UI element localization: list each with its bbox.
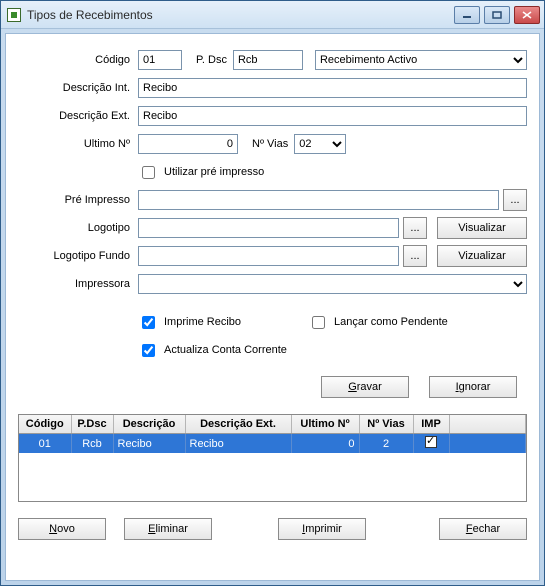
status-select[interactable]: Recebimento Activo — [315, 50, 527, 70]
imprime-recibo-checkbox[interactable]: Imprime Recibo — [138, 313, 308, 332]
logotipo-input[interactable] — [138, 218, 399, 238]
records-grid[interactable]: Código P.Dsc Descrição Descrição Ext. Ul… — [18, 414, 527, 502]
impressora-select[interactable] — [138, 274, 527, 294]
label-pdsc: P. Dsc — [182, 54, 233, 66]
col-n-vias[interactable]: Nº Vias — [359, 415, 413, 434]
lancar-pendente-label: Lançar como Pendente — [334, 316, 448, 328]
logotipo-fundo-browse-button[interactable]: ... — [403, 245, 427, 267]
lancar-pendente-checkbox[interactable]: Lançar como Pendente — [308, 313, 448, 332]
app-icon — [7, 8, 21, 22]
imp-check-icon — [425, 436, 437, 448]
pdsc-input[interactable] — [233, 50, 303, 70]
gravar-button[interactable]: Gravar — [321, 376, 409, 398]
minimize-icon — [462, 11, 472, 19]
close-button[interactable] — [514, 6, 540, 24]
imprime-recibo-label: Imprime Recibo — [164, 316, 241, 328]
logotipo-browse-button[interactable]: ... — [403, 217, 427, 239]
col-imp[interactable]: IMP — [413, 415, 449, 434]
titlebar: Tipos de Recebimentos — [1, 1, 544, 29]
actualiza-cc-checkbox[interactable]: Actualiza Conta Corrente — [138, 341, 287, 360]
pre-impresso-browse-button[interactable]: ... — [503, 189, 527, 211]
window-title: Tipos de Recebimentos — [27, 8, 454, 22]
fechar-button[interactable]: Fechar — [439, 518, 527, 540]
desc-int-input[interactable] — [138, 78, 527, 98]
visualizar-fundo-button[interactable]: Vizualizar — [437, 245, 527, 267]
ultimo-no-input[interactable] — [138, 134, 238, 154]
label-impressora: Impressora — [18, 278, 138, 290]
maximize-button[interactable] — [484, 6, 510, 24]
visualizar-logotipo-button[interactable]: Visualizar — [437, 217, 527, 239]
col-spacer — [449, 415, 526, 434]
maximize-icon — [492, 11, 502, 19]
close-icon — [522, 11, 532, 19]
col-ultimo-no[interactable]: Ultimo Nº — [291, 415, 359, 434]
codigo-input[interactable] — [138, 50, 182, 70]
imprimir-button[interactable]: Imprimir — [278, 518, 366, 540]
footer-buttons: Novo Eliminar Imprimir Fechar — [18, 518, 527, 540]
label-desc-int: Descrição Int. — [18, 82, 138, 94]
client-area: Código P. Dsc Recebimento Activo Descriç… — [5, 33, 540, 581]
utilizar-pre-checkbox[interactable]: Utilizar pré impresso — [138, 163, 264, 182]
label-logotipo-fundo: Logotipo Fundo — [18, 250, 138, 262]
n-vias-select[interactable]: 02 — [294, 134, 346, 154]
grid-header-row: Código P.Dsc Descrição Descrição Ext. Ul… — [19, 415, 526, 434]
eliminar-button[interactable]: Eliminar — [124, 518, 212, 540]
label-logotipo: Logotipo — [18, 222, 138, 234]
app-window: Tipos de Recebimentos Código P. Dsc Re — [0, 0, 545, 586]
novo-button[interactable]: Novo — [18, 518, 106, 540]
pre-impresso-input[interactable] — [138, 190, 499, 210]
table-row[interactable]: 01 Rcb Recibo Recibo 0 2 — [19, 434, 526, 454]
utilizar-pre-label: Utilizar pré impresso — [164, 166, 264, 178]
label-desc-ext: Descrição Ext. — [18, 110, 138, 122]
col-codigo[interactable]: Código — [19, 415, 71, 434]
ignorar-button[interactable]: Ignorar — [429, 376, 517, 398]
actualiza-cc-label: Actualiza Conta Corrente — [164, 344, 287, 356]
col-pdsc[interactable]: P.Dsc — [71, 415, 113, 434]
col-descricao[interactable]: Descrição — [113, 415, 185, 434]
logotipo-fundo-input[interactable] — [138, 246, 399, 266]
label-pre-impresso: Pré Impresso — [18, 194, 138, 206]
window-buttons — [454, 6, 540, 24]
label-n-vias: Nº Vias — [238, 138, 294, 150]
form-area: Código P. Dsc Recebimento Activo Descriç… — [18, 48, 527, 408]
label-codigo: Código — [18, 54, 138, 66]
label-ultimo-no: Ultimo Nº — [18, 138, 138, 150]
col-descricao-ext[interactable]: Descrição Ext. — [185, 415, 291, 434]
desc-ext-input[interactable] — [138, 106, 527, 126]
minimize-button[interactable] — [454, 6, 480, 24]
